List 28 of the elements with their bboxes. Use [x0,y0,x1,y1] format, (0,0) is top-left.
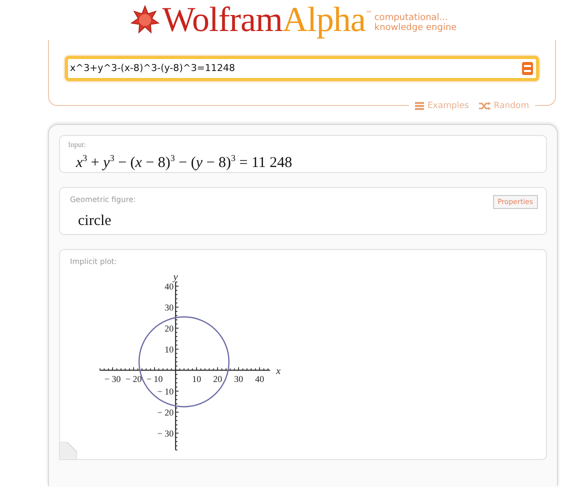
tick-label: − 30 [157,428,174,439]
tick-label: 20 [213,374,222,384]
tick-label: − 10 [146,374,163,384]
tagline: computational... [374,13,449,23]
tick-label: 10 [192,374,202,384]
search-icon[interactable] [522,62,533,75]
shuffle-icon [478,102,491,110]
axis-label: y [173,272,178,283]
tick-label: − 30 [104,374,121,384]
tick-label: − 20 [125,374,142,384]
text-output: circle [77,212,112,230]
random-link[interactable]: Random [478,100,529,112]
tick-label: 20 [164,324,174,334]
tick-label: 40 [255,374,264,384]
star-logo-icon [130,5,160,35]
tick-label: 30 [234,374,244,384]
logo-wordmark: WolframAlpha [162,0,366,40]
tick-label: − 20 [157,408,174,418]
list-icon [415,102,424,110]
tick-label: 30 [164,302,174,313]
search-field[interactable]: x^3+y^3-(x-8)^3-(y-8)^3=11248 [65,56,539,81]
math-output: x$^{3}$ + y$^{3}$ − (x − 8)$^{3}$ − (y − 8)$^{3}$ = 11 248 [74,152,294,172]
tick-label: 10 [164,344,174,355]
axis-label: x [276,366,281,378]
tagline: knowledge engine [374,23,457,33]
tick-label: 40 [164,282,174,292]
examples-link[interactable]: Examples [415,100,469,112]
tick-label: − 10 [157,386,174,397]
